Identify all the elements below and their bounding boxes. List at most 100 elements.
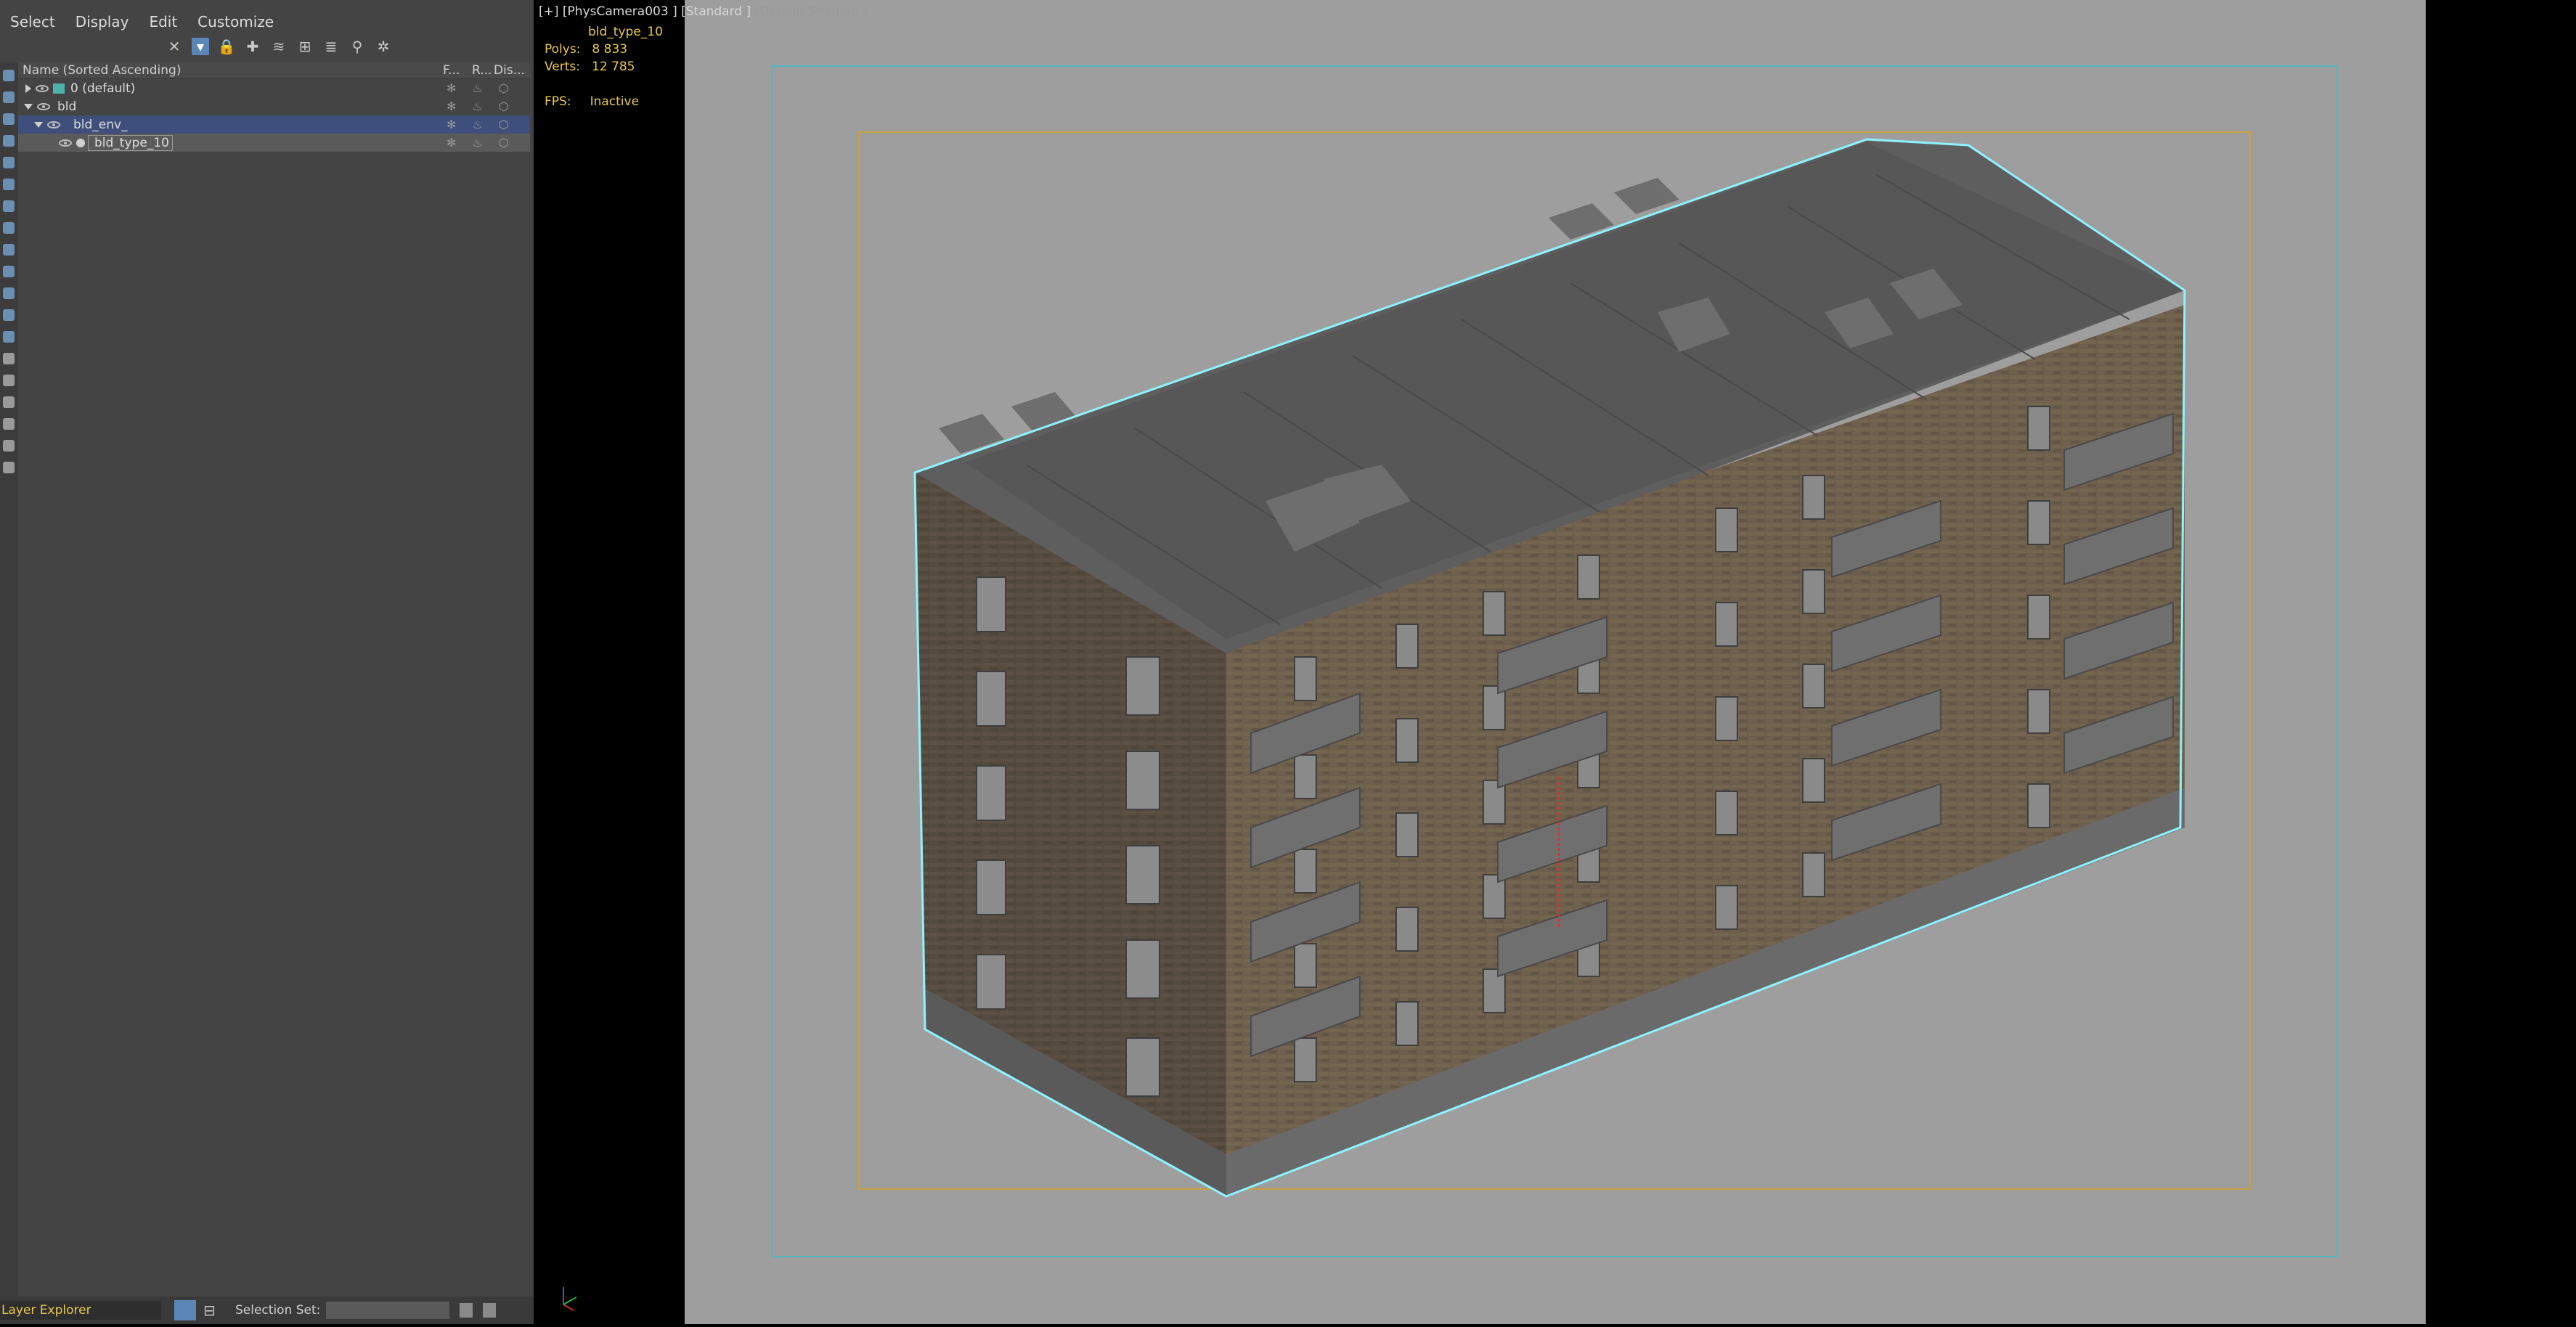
hierarchy-icon[interactable]: ⊞: [296, 38, 314, 55]
viewport-canvas[interactable]: [685, 0, 2426, 1324]
display-box-icon[interactable]: ⬡: [499, 99, 509, 113]
select-none-icon[interactable]: [3, 375, 15, 386]
tree-row-bld-env[interactable]: bld_env_ ✻ ♨ ⬡: [18, 115, 530, 134]
hud-polys-value: 8 833: [592, 42, 628, 57]
explorer-type-dropdown[interactable]: Layer Explorer: [0, 1301, 161, 1320]
hierarchy-mode-icon[interactable]: ⊟: [203, 1302, 221, 1319]
lights-icon[interactable]: [3, 135, 15, 147]
viewport-standard-label[interactable]: [Standard ]: [681, 4, 751, 19]
row-toggles: ✻ ♨ ⬡: [447, 118, 509, 131]
freeze-icon[interactable]: ✻: [447, 118, 456, 131]
menu-display[interactable]: Display: [65, 13, 139, 30]
hud-verts-label: Verts:: [545, 60, 581, 74]
menu-edit[interactable]: Edit: [139, 13, 187, 30]
row-toggles: ✻ ♨ ⬡: [447, 136, 509, 150]
named-selection-icon[interactable]: [483, 1303, 497, 1318]
axis-tripod-icon: [563, 1287, 577, 1311]
selection-set-label: Selection Set:: [235, 1303, 321, 1318]
menu-select[interactable]: Select: [0, 13, 65, 30]
row-toggles: ✻ ♨ ⬡: [447, 81, 509, 95]
helpers-icon[interactable]: [3, 179, 15, 190]
row-toggles: ✻ ♨ ⬡: [447, 99, 509, 113]
freeze-icon[interactable]: ✻: [447, 136, 456, 150]
find-icon[interactable]: ⚲: [349, 38, 366, 55]
tree-row-label: bld: [57, 99, 77, 114]
hidden-icon[interactable]: [3, 331, 15, 343]
menu-customize[interactable]: Customize: [187, 13, 284, 30]
expand-arrow-icon[interactable]: [25, 83, 31, 93]
viewport-right-border: [2426, 0, 2576, 1324]
bones-icon[interactable]: [3, 266, 15, 277]
render-teapot-icon[interactable]: ♨: [472, 81, 482, 95]
containers-icon[interactable]: [3, 287, 15, 299]
visibility-eye-icon[interactable]: [37, 102, 50, 110]
render-column-header[interactable]: R...: [472, 63, 492, 78]
funnel-icon[interactable]: [3, 440, 15, 452]
tree-row-label: bld_env_: [73, 117, 128, 132]
filter-toolbar: ✕ ▾ 🔒 ✚ ≋ ⊞ ≣ ⚲ ✲: [166, 33, 392, 60]
settings-icon[interactable]: ✲: [375, 38, 392, 55]
hud-polys-label: Polys:: [545, 42, 581, 57]
layers-stack-icon[interactable]: ≣: [322, 38, 340, 55]
viewport-border: [536, 0, 685, 1324]
display-box-icon[interactable]: ⬡: [499, 118, 509, 131]
add-layer-icon[interactable]: ✚: [244, 38, 261, 55]
invert-selection-icon[interactable]: [3, 396, 15, 408]
render-teapot-icon[interactable]: ♨: [472, 99, 482, 113]
tree-header: Name (Sorted Ascending) F... R... Dis...: [18, 62, 530, 79]
tree-row-bld[interactable]: bld ✻ ♨ ⬡: [18, 97, 530, 115]
edit-selection-set-icon[interactable]: [460, 1303, 473, 1318]
render-teapot-icon[interactable]: ♨: [472, 136, 482, 150]
hud-verts-value: 12 785: [592, 60, 635, 74]
pin-icon[interactable]: [3, 462, 15, 473]
tree-row-label: 0 (default): [70, 81, 136, 96]
explorer-side-toolbar: [0, 62, 18, 1297]
selection-set-dropdown[interactable]: [326, 1302, 450, 1319]
layers-mode-icon[interactable]: [174, 1300, 196, 1320]
tree-row-label: bld_type_10: [88, 134, 173, 151]
viewport-scene: [771, 65, 2338, 1257]
explorer-status-bar: Layer Explorer ⊟ Selection Set:: [0, 1297, 534, 1324]
visibility-eye-icon[interactable]: [47, 121, 60, 128]
collapse-arrow-icon[interactable]: [34, 121, 43, 128]
geometry-icon[interactable]: [3, 91, 15, 103]
display-column-header[interactable]: Dis...: [494, 63, 525, 78]
layer-tree: Name (Sorted Ascending) F... R... Dis...…: [18, 62, 530, 152]
name-column-header[interactable]: Name (Sorted Ascending): [18, 63, 181, 78]
display-box-icon[interactable]: ⬡: [499, 81, 509, 95]
render-teapot-icon[interactable]: ♨: [472, 118, 482, 131]
hud-fps-value: Inactive: [590, 94, 640, 109]
layer-filter-icon[interactable]: [3, 418, 15, 430]
tree-row-bld-type-10[interactable]: bld_type_10 ✻ ♨ ⬡: [18, 134, 530, 152]
lock-icon[interactable]: 🔒: [218, 38, 236, 55]
collapse-arrow-icon[interactable]: [24, 103, 33, 110]
layer-explorer-panel: Select Display Edit Customize ✕ ▾ 🔒 ✚ ≋ …: [0, 0, 534, 1324]
viewport-camera-label[interactable]: [PhysCamera003 ]: [563, 4, 677, 19]
filter-icon[interactable]: ▾: [192, 38, 209, 55]
viewport-shading-label[interactable]: [Default Shading ]: [755, 4, 868, 19]
freeze-column-header[interactable]: F...: [443, 63, 460, 78]
display-box-icon[interactable]: ⬡: [499, 136, 509, 150]
visibility-eye-icon[interactable]: [36, 84, 49, 92]
visibility-eye-icon[interactable]: [59, 139, 72, 147]
building-model[interactable]: [913, 138, 2186, 1198]
viewport-menu-plus[interactable]: [+]: [539, 4, 559, 19]
tree-row-default-layer[interactable]: 0 (default) ✻ ♨ ⬡: [18, 79, 530, 97]
cameras-icon[interactable]: [3, 157, 15, 168]
viewport-label[interactable]: [+] [PhysCamera003 ] [Standard ] [Defaul…: [539, 4, 868, 19]
hud-object-name: bld_type_10: [588, 25, 663, 39]
display-all-icon[interactable]: [3, 70, 15, 81]
shapes-icon[interactable]: [3, 113, 15, 125]
spacewarps-icon[interactable]: [3, 200, 15, 212]
groups-icon[interactable]: [3, 222, 15, 234]
frozen-icon[interactable]: [3, 309, 15, 321]
menu-bar: Select Display Edit Customize: [0, 7, 284, 36]
layers-icon[interactable]: ≋: [270, 38, 288, 55]
layer-icon: [53, 83, 65, 94]
xrefs-icon[interactable]: [3, 244, 15, 256]
freeze-icon[interactable]: ✻: [447, 99, 456, 113]
select-all-icon[interactable]: [3, 353, 15, 364]
object-dot-icon: [76, 138, 85, 147]
freeze-icon[interactable]: ✻: [447, 81, 456, 95]
clear-filter-icon[interactable]: ✕: [166, 38, 183, 55]
